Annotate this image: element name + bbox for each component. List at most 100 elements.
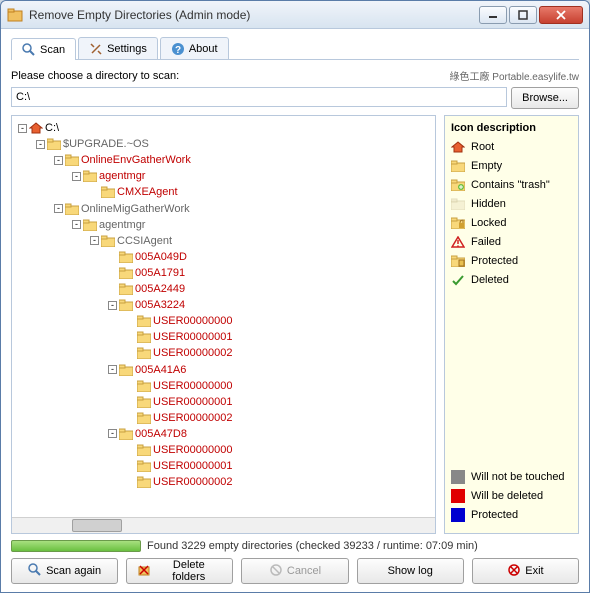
exit-icon (507, 563, 521, 580)
window-buttons (479, 6, 583, 24)
browse-button[interactable]: Browse... (511, 87, 579, 109)
collapse-icon[interactable]: - (54, 156, 63, 165)
tree-node[interactable]: USER00000002 (14, 410, 433, 426)
color-swatch (451, 508, 465, 522)
tree-node-label: USER00000000 (153, 313, 233, 329)
tree-node-label: USER00000000 (153, 378, 233, 394)
tree-node-label: OnlineMigGatherWork (81, 201, 190, 217)
delete-folders-button[interactable]: Delete folders (126, 558, 233, 584)
client-area: Scan Settings ? About Please choose a di… (1, 29, 589, 592)
legend-panel: Icon description RootEmptyContains "tras… (444, 115, 579, 534)
deleted-icon (451, 273, 465, 287)
tree-node[interactable]: 005A2449 (14, 281, 433, 297)
tree-node-label: USER00000002 (153, 345, 233, 361)
collapse-icon[interactable]: - (90, 236, 99, 245)
root-icon (29, 122, 43, 134)
tree-node[interactable]: USER00000001 (14, 458, 433, 474)
tree-node[interactable]: -agentmgr (14, 168, 433, 184)
collapse-icon[interactable]: - (108, 365, 117, 374)
trash-icon (451, 178, 465, 192)
tree-node-label: $UPGRADE.~OS (63, 136, 149, 152)
show-log-button[interactable]: Show log (357, 558, 464, 584)
tree-panel: -C:\-$UPGRADE.~OS-OnlineEnvGatherWork-ag… (11, 115, 436, 534)
cancel-button[interactable]: Cancel (241, 558, 348, 584)
search-icon (22, 43, 36, 57)
collapse-icon[interactable]: - (72, 220, 81, 229)
legend-label: Failed (471, 236, 501, 248)
folder-icon (137, 380, 151, 392)
legend-label: Contains "trash" (471, 179, 550, 191)
tree-node[interactable]: 005A1791 (14, 265, 433, 281)
tree-node[interactable]: - OnlineMigGatherWork (14, 200, 433, 216)
tab-about[interactable]: ? About (160, 37, 229, 59)
tree-node-label: CCSIAgent (117, 233, 172, 249)
button-row: Scan again Delete folders Cancel Show lo… (11, 558, 579, 584)
legend-label: Deleted (471, 274, 509, 286)
tree-node[interactable]: USER00000000 (14, 313, 433, 329)
color-swatch (451, 489, 465, 503)
tree-node-label: 005A1791 (135, 265, 185, 281)
tree-node[interactable]: 005A049D (14, 249, 433, 265)
collapse-icon[interactable]: - (72, 172, 81, 181)
folder-icon (137, 347, 151, 359)
folder-icon (119, 267, 133, 279)
horizontal-scrollbar[interactable] (12, 517, 435, 533)
legend-item: Protected (451, 254, 572, 268)
color-swatch (451, 470, 465, 484)
tree-node-label: 005A049D (135, 249, 187, 265)
tree-node[interactable]: USER00000001 (14, 329, 433, 345)
tree-node[interactable]: -005A3224 (14, 297, 433, 313)
tree-node-label: agentmgr (99, 217, 145, 233)
minimize-button[interactable] (479, 6, 507, 24)
tree-leaf-spacer (126, 333, 135, 342)
tree-node[interactable]: USER00000002 (14, 345, 433, 361)
tab-scan[interactable]: Scan (11, 38, 76, 60)
collapse-icon[interactable]: - (54, 204, 63, 213)
collapse-icon[interactable]: - (36, 140, 45, 149)
collapse-icon[interactable]: - (18, 124, 27, 133)
legend-label: Protected (471, 255, 518, 267)
folder-icon (119, 299, 133, 311)
directory-tree[interactable]: -C:\-$UPGRADE.~OS-OnlineEnvGatherWork-ag… (12, 116, 435, 517)
tab-settings[interactable]: Settings (78, 37, 158, 59)
tree-node-label: C:\ (45, 120, 59, 136)
tree-node[interactable]: -005A47D8 (14, 426, 433, 442)
exit-button[interactable]: Exit (472, 558, 579, 584)
scan-again-button[interactable]: Scan again (11, 558, 118, 584)
collapse-icon[interactable]: - (108, 429, 117, 438)
failed-icon (451, 235, 465, 249)
tree-node[interactable]: USER00000000 (14, 378, 433, 394)
tree-node[interactable]: CMXEAgent (14, 184, 433, 200)
collapse-icon[interactable]: - (108, 301, 117, 310)
tree-node[interactable]: - 005A41A6 (14, 361, 433, 377)
tree-node[interactable]: - CCSIAgent (14, 233, 433, 249)
progress-row: Found 3229 empty directories (checked 39… (11, 540, 579, 552)
tree-node-label: 005A41A6 (135, 362, 186, 378)
folder-icon (137, 476, 151, 488)
directory-row: Browse... (11, 87, 579, 109)
choose-label: Please choose a directory to scan: (11, 70, 179, 82)
scrollbar-thumb[interactable] (72, 519, 122, 532)
tree-leaf-spacer (90, 188, 99, 197)
tree-node[interactable]: - $UPGRADE.~OS (14, 136, 433, 152)
maximize-button[interactable] (509, 6, 537, 24)
folder-icon (137, 444, 151, 456)
directory-input[interactable] (11, 87, 507, 107)
close-button[interactable] (539, 6, 583, 24)
tree-node[interactable]: USER00000000 (14, 442, 433, 458)
tree-node[interactable]: - agentmgr (14, 217, 433, 233)
legend-color-item: Will be deleted (451, 489, 572, 503)
folder-icon (137, 396, 151, 408)
root-icon (451, 140, 465, 154)
tree-leaf-spacer (126, 349, 135, 358)
tree-node[interactable]: - C:\ (14, 120, 433, 136)
tabs: Scan Settings ? About (11, 37, 579, 60)
tree-leaf-spacer (126, 445, 135, 454)
tree-node[interactable]: USER00000002 (14, 474, 433, 490)
cancel-icon (269, 563, 283, 580)
tree-node[interactable]: -OnlineEnvGatherWork (14, 152, 433, 168)
tree-node[interactable]: USER00000001 (14, 394, 433, 410)
tab-about-label: About (189, 43, 218, 55)
tree-node-label: USER00000001 (153, 394, 233, 410)
locked-icon (451, 216, 465, 230)
